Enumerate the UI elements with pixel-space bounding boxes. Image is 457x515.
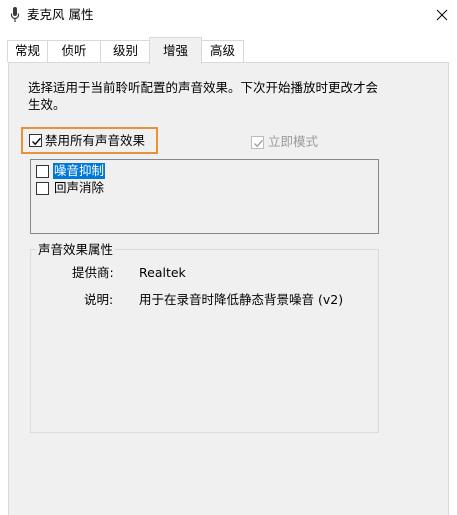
tab-enhancements[interactable]: 增强 bbox=[149, 37, 202, 64]
tab-levels[interactable]: 级别 bbox=[100, 40, 151, 62]
microphone-icon bbox=[10, 7, 20, 23]
effects-list[interactable]: 噪音抑制 回声消除 bbox=[30, 159, 379, 234]
disable-all-effects-label[interactable]: 禁用所有声音效果 bbox=[45, 133, 145, 149]
echo-cancellation-checkbox[interactable] bbox=[36, 181, 49, 195]
immediate-mode-label[interactable]: 立即模式 bbox=[268, 134, 318, 150]
noise-suppression-checkbox[interactable] bbox=[36, 164, 49, 178]
effect-item-noise-suppression[interactable]: 噪音抑制 bbox=[36, 163, 106, 179]
tab-general[interactable]: 常规 bbox=[7, 40, 48, 62]
enhancements-panel: 选择适用于当前聆听配置的声音效果。下次开始播放时更改才会生效。 禁用所有声音效果… bbox=[8, 62, 449, 515]
effect-item-echo-cancellation[interactable]: 回声消除 bbox=[36, 180, 105, 196]
tab-listen[interactable]: 侦听 bbox=[47, 40, 101, 62]
immediate-mode-row: 立即模式 bbox=[251, 134, 318, 150]
immediate-mode-checkbox[interactable] bbox=[251, 135, 264, 149]
provider-label: 提供商: bbox=[72, 265, 114, 280]
close-icon bbox=[436, 9, 448, 21]
provider-value: Realtek bbox=[139, 265, 186, 280]
effect-item-label[interactable]: 回声消除 bbox=[53, 180, 105, 196]
checkmark-icon bbox=[32, 137, 42, 146]
tab-strip: 常规 侦听 级别 增强 高级 bbox=[0, 30, 457, 64]
description-text: 选择适用于当前聆听配置的声音效果。下次开始播放时更改才会生效。 bbox=[28, 80, 379, 112]
effect-item-label[interactable]: 噪音抑制 bbox=[53, 163, 106, 179]
disable-all-effects-checkbox[interactable] bbox=[29, 134, 42, 147]
effect-properties-title: 声音效果属性 bbox=[36, 242, 116, 258]
effect-description-label: 说明: bbox=[84, 292, 114, 307]
disable-all-effects-highlight: 禁用所有声音效果 bbox=[21, 127, 158, 154]
close-button[interactable] bbox=[427, 0, 457, 30]
effect-properties-group: 声音效果属性 提供商: Realtek 说明: 用于在录音时降低静态背景噪音 (… bbox=[30, 242, 379, 433]
tab-advanced[interactable]: 高级 bbox=[201, 40, 244, 62]
checkmark-icon bbox=[254, 139, 264, 147]
window-title: 麦克风 属性 bbox=[27, 7, 94, 22]
title-bar: 麦克风 属性 bbox=[0, 0, 457, 30]
effect-description-value: 用于在录音时降低静态背景噪音 (v2) bbox=[139, 292, 344, 307]
